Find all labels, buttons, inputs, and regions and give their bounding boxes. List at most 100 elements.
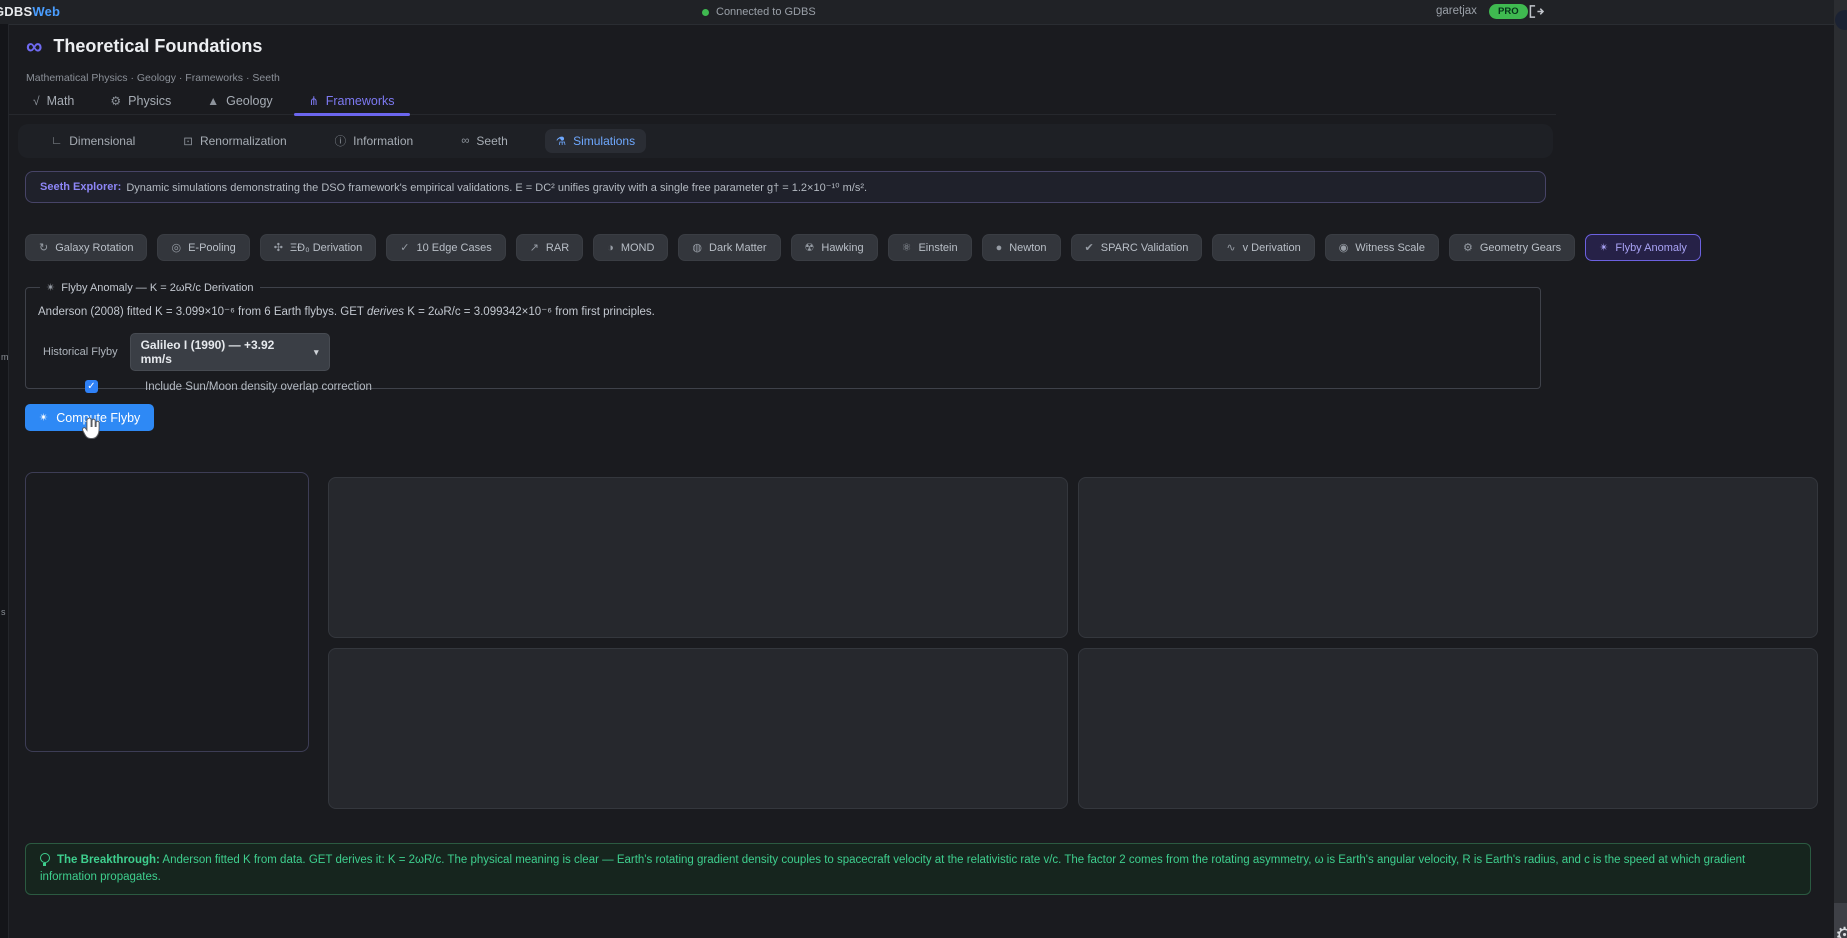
breakthrough-lead: The Breakthrough: xyxy=(57,854,160,866)
logout-icon[interactable] xyxy=(1529,4,1544,24)
result-panel-bottom-right xyxy=(1078,648,1818,809)
pill-label: Hawking xyxy=(821,242,863,254)
lightbulb-icon xyxy=(40,853,50,863)
satellite-icon: ✴ xyxy=(1599,241,1608,254)
breadcrumb: Mathematical Physics · Geology · Framewo… xyxy=(26,72,280,84)
subtab-label: Seeth xyxy=(476,134,507,148)
checkbox-label: Include Sun/Moon density overlap correct… xyxy=(145,381,372,393)
top-bar: GDBSWeb Connected to GDBS garetjax PRO xyxy=(0,0,1847,25)
flask-icon: ⚗ xyxy=(556,134,566,148)
pill-galaxy-rotation[interactable]: ↻ Galaxy Rotation xyxy=(25,234,147,261)
subtab-label: Simulations xyxy=(573,134,635,148)
subtab-simulations[interactable]: ⚗ Simulations xyxy=(545,129,646,153)
pill-xid-derivation[interactable]: ✣ ΞÐ₀ Derivation xyxy=(260,234,376,261)
pill-label: ΞÐ₀ Derivation xyxy=(290,242,362,254)
brand-primary: GDBS xyxy=(0,4,32,19)
pill-rar[interactable]: ↗RAR xyxy=(516,234,583,261)
gear-icon: ⚙ xyxy=(110,94,121,108)
result-panel-top-right xyxy=(1078,477,1818,638)
sqrt-icon: √ xyxy=(33,94,40,108)
seeth-explorer-banner: Seeth Explorer: Dynamic simulations demo… xyxy=(25,171,1546,203)
pill-label: Geometry Gears xyxy=(1480,242,1561,254)
subtab-information[interactable]: ⓘInformation xyxy=(324,128,425,154)
pill-e-pooling[interactable]: ◎E-Pooling xyxy=(157,234,249,261)
clipped-text-fragment: m xyxy=(1,352,9,362)
pill-label: Einstein xyxy=(918,242,957,254)
check-circle-icon: ✔ xyxy=(1085,241,1094,254)
historical-flyby-label: Historical Flyby xyxy=(43,346,118,358)
pill-einstein[interactable]: ⚛Einstein xyxy=(888,234,972,261)
infinity-icon: ∞ xyxy=(461,135,469,147)
historical-flyby-select[interactable]: Galileo I (1990) — +3.92 mm/s ▾ xyxy=(130,333,330,371)
pill-newton[interactable]: ●Newton xyxy=(982,234,1061,261)
tab-label: Frameworks xyxy=(326,94,395,108)
compute-button-label: Compute Flyby xyxy=(56,411,140,425)
pill-edge-cases[interactable]: ✓10 Edge Cases xyxy=(386,234,505,261)
status-text: Connected to GDBS xyxy=(716,6,816,18)
infinity-icon: ∞ xyxy=(26,35,42,57)
left-edge-panel: m s xyxy=(0,24,9,938)
legend-text: Flyby Anomaly — K = 2ωR/c Derivation xyxy=(61,282,253,294)
eye-icon: ◉ xyxy=(1339,241,1349,254)
chart-icon: ↗ xyxy=(530,241,539,254)
pill-label: Newton xyxy=(1009,242,1046,254)
flower-icon: ✣ xyxy=(274,241,283,254)
subtab-label: Information xyxy=(353,134,413,148)
pill-dark-matter[interactable]: ◍Dark Matter xyxy=(678,234,780,261)
clipped-text-fragment: s xyxy=(1,607,6,617)
brand-accent: Web xyxy=(32,4,60,19)
tab-physics[interactable]: ⚙Physics xyxy=(95,88,186,114)
network-icon: ⋔ xyxy=(309,94,319,108)
banner-text: Dynamic simulations demonstrating the DS… xyxy=(126,181,867,194)
collapse-icon: ⊡ xyxy=(183,134,193,148)
simulation-pill-bar: ↻ Galaxy Rotation ◎E-Pooling ✣ ΞÐ₀ Derivat… xyxy=(25,234,1701,261)
compute-flyby-button[interactable]: ✴ Compute Flyby xyxy=(25,404,154,431)
target-icon: ◎ xyxy=(171,241,181,254)
pill-flyby-anomaly[interactable]: ✴ Flyby Anomaly xyxy=(1585,234,1701,261)
tab-geology[interactable]: ▲ Geology xyxy=(192,88,287,114)
historical-flyby-row: Historical Flyby Galileo I (1990) — +3.9… xyxy=(38,333,1528,371)
pill-v-derivation[interactable]: ∿v Derivation xyxy=(1212,234,1314,261)
status-dot-icon xyxy=(702,9,709,16)
connection-status: Connected to GDBS xyxy=(702,0,816,24)
sub-tab-bar: ∟ Dimensional ⊡Renormalization ⓘInformati… xyxy=(18,124,1553,158)
pro-badge: PRO xyxy=(1489,4,1528,19)
pill-label: SPARC Validation xyxy=(1101,242,1189,254)
pill-mond[interactable]: ◑MOND xyxy=(593,234,668,261)
tab-frameworks[interactable]: ⋔ Frameworks xyxy=(294,88,410,114)
brand-logo: GDBSWeb xyxy=(0,4,60,19)
breakthrough-callout: The Breakthrough: Anderson fitted K from… xyxy=(25,843,1811,895)
subtab-seeth[interactable]: ∞ Seeth xyxy=(450,129,519,153)
tab-math[interactable]: √ Math xyxy=(18,88,89,114)
tab-label: Math xyxy=(47,94,75,108)
clipped-top-button[interactable] xyxy=(1835,10,1847,30)
pill-label: Dark Matter xyxy=(709,242,766,254)
sun-moon-correction-checkbox[interactable]: ✓ xyxy=(85,380,98,393)
chevron-down-icon: ▾ xyxy=(314,347,319,358)
radiation-icon: ☢ xyxy=(805,241,815,254)
tab-label: Geology xyxy=(226,94,273,108)
ruler-icon: ∟ xyxy=(51,135,62,147)
page-title: Theoretical Foundations xyxy=(53,36,262,57)
mountain-icon: ▲ xyxy=(207,94,219,108)
pill-sparc-validation[interactable]: ✔ SPARC Validation xyxy=(1071,234,1203,261)
result-panel-top-left xyxy=(328,477,1068,638)
correction-row: ✓ Include Sun/Moon density overlap corre… xyxy=(38,380,1528,393)
settings-fab[interactable]: ⚙ xyxy=(1835,925,1847,938)
pill-label: v Derivation xyxy=(1243,242,1301,254)
galaxy-icon: ↻ xyxy=(39,241,48,254)
pill-witness-scale[interactable]: ◉Witness Scale xyxy=(1325,234,1439,261)
description-em: derives xyxy=(367,306,404,318)
pill-hawking[interactable]: ☢ Hawking xyxy=(791,234,878,261)
flyby-section-legend: ✴ Flyby Anomaly — K = 2ωR/c Derivation xyxy=(40,281,260,294)
subtab-label: Dimensional xyxy=(69,134,135,148)
check-icon: ✓ xyxy=(400,241,409,254)
subtab-dimensional[interactable]: ∟ Dimensional xyxy=(40,129,146,153)
pill-label: Galaxy Rotation xyxy=(55,242,133,254)
main-tab-bar: √ Math ⚙Physics ▲ Geology ⋔ Frameworks xyxy=(8,88,1556,115)
flyby-anomaly-section: ✴ Flyby Anomaly — K = 2ωR/c Derivation A… xyxy=(25,281,1541,389)
vertical-scrollbar[interactable]: ⚙ xyxy=(1834,0,1847,938)
pill-label: Flyby Anomaly xyxy=(1615,242,1687,254)
pill-geometry-gears[interactable]: ⚙Geometry Gears xyxy=(1449,234,1575,261)
subtab-renormalization[interactable]: ⊡Renormalization xyxy=(172,129,297,153)
